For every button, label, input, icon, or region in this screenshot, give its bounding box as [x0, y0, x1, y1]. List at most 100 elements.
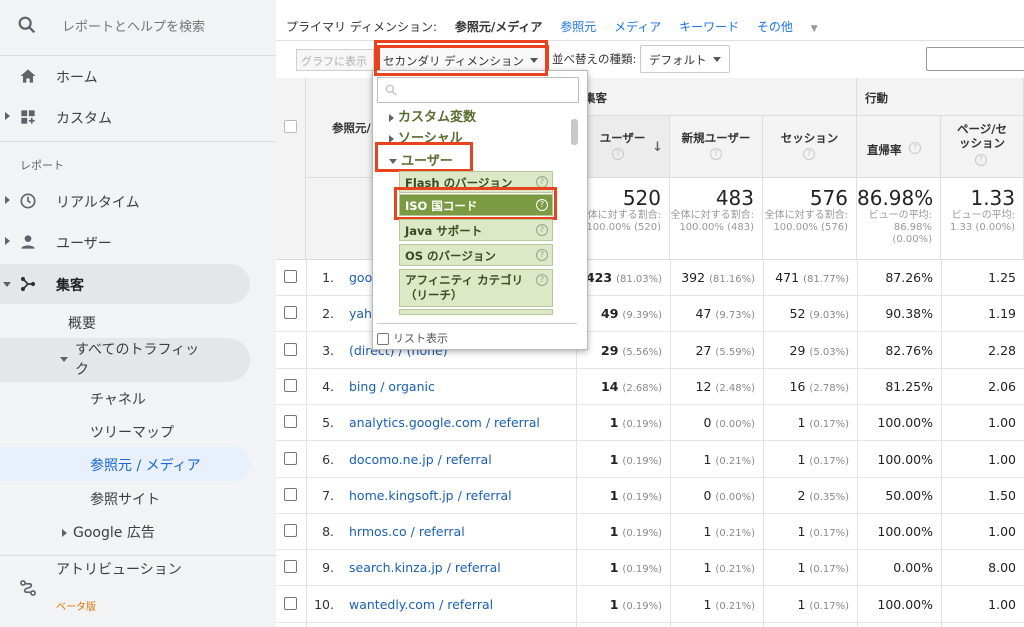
total-value: 1.33 — [970, 186, 1015, 210]
row-source-link[interactable]: hrmos.co / referral — [349, 524, 465, 539]
divider — [0, 141, 276, 142]
cell-value: 1 — [609, 487, 619, 503]
table-cell: 1.25 — [896, 270, 1016, 285]
dimension-group-custom-variables[interactable]: カスタム変数 — [389, 106, 476, 125]
dimension-link-other[interactable]: その他 ▼ — [757, 20, 832, 34]
help-icon[interactable]: ? — [975, 154, 987, 166]
row-checkbox[interactable] — [284, 415, 297, 429]
dimension-group-label: カスタム変数 — [398, 110, 477, 125]
report-search[interactable]: レポートとヘルプを検索 — [0, 0, 276, 52]
dimension-search-input[interactable] — [377, 77, 579, 103]
list-view-toggle[interactable]: リスト表示 — [377, 323, 577, 346]
secondary-dimension-menu: カスタム変数 ソーシャル ユーザー Flash のバージョン? ISO 国コード… — [372, 70, 588, 350]
dimension-option-label: アフィニティ カテゴリ（リーチ） — [405, 273, 524, 302]
help-icon[interactable]: ? — [536, 249, 548, 261]
sidebar-sub-treemap[interactable]: ツリーマップ — [90, 422, 174, 442]
dimension-link-keyword[interactable]: キーワード — [679, 20, 739, 34]
cell-value: 1 — [703, 560, 712, 576]
cell-value: 1 — [609, 415, 619, 431]
help-icon[interactable]: ? — [803, 148, 815, 160]
cell-value: 1 — [797, 596, 806, 612]
cell-value: 1 — [797, 415, 806, 431]
sidebar-item-users[interactable]: ユーザー — [0, 222, 250, 262]
cell-value: 1.50 — [988, 487, 1016, 503]
sidebar-sub-all-traffic[interactable]: すべてのトラフィック — [0, 338, 250, 382]
col-users-header[interactable]: ユーザー ? ↓ — [576, 116, 670, 178]
col-bounce-title: 直帰率 — [867, 143, 902, 157]
cell-value: 1.19 — [988, 306, 1016, 322]
col-bounce-header[interactable]: 直帰率 ? — [857, 116, 941, 178]
dimension-option[interactable]: OS のバージョン? — [399, 244, 553, 266]
expand-arrow-icon — [62, 529, 67, 537]
sidebar-sub-source-medium[interactable]: 参照元 / メディア — [0, 447, 250, 481]
row-index: 5. — [322, 415, 334, 431]
plot-rows-button[interactable]: グラフに表示 — [296, 49, 374, 71]
search-icon — [385, 84, 397, 96]
row-source-link[interactable]: analytics.google.com / referral — [349, 415, 540, 430]
acquisition-icon — [20, 276, 36, 292]
sidebar-item-custom[interactable]: カスタム — [0, 97, 250, 137]
help-icon[interactable]: ? — [612, 148, 624, 160]
help-icon[interactable]: ? — [536, 274, 548, 286]
row-checkbox[interactable] — [284, 378, 297, 392]
divider — [306, 260, 307, 627]
row-checkbox[interactable] — [284, 524, 297, 538]
col-sessions-header[interactable]: セッション ? — [763, 116, 857, 178]
sidebar-item-attribution[interactable]: アトリビューション — [0, 560, 250, 610]
table-cell: 1.00 — [896, 524, 1016, 539]
row-index: 3. — [322, 342, 334, 358]
row-source-link[interactable]: docomo.ne.jp / referral — [349, 452, 492, 467]
sidebar-sub-google-ads[interactable]: Google 広告 — [62, 522, 155, 542]
col-pages-session-header[interactable]: ページ/セッション ? — [941, 116, 1024, 178]
table-search-input[interactable] — [926, 47, 1024, 71]
divider — [670, 260, 671, 627]
sort-type-label: 並べ替えの種類: — [552, 52, 637, 66]
row-checkbox[interactable] — [284, 451, 297, 465]
sidebar-item-home[interactable]: ホーム — [0, 56, 250, 96]
help-icon[interactable]: ? — [536, 224, 548, 236]
primary-dimension-label: プライマリ ディメンション: — [286, 20, 438, 34]
row-index: 1. — [322, 270, 334, 285]
col-new-users-title: 新規ユーザー — [681, 131, 751, 145]
help-icon[interactable]: ? — [909, 142, 921, 154]
sidebar-item-realtime[interactable]: リアルタイム — [0, 181, 250, 221]
row-source-link[interactable]: bing / organic — [349, 379, 435, 394]
sort-type-select[interactable]: デフォルト — [640, 45, 730, 73]
help-icon[interactable]: ? — [710, 148, 722, 160]
list-view-checkbox[interactable] — [377, 333, 389, 345]
row-source-link[interactable]: search.kinza.jp / referral — [349, 560, 501, 575]
sidebar-item-acquisition[interactable]: 集客 — [0, 264, 250, 304]
row-index: 10. — [314, 596, 334, 612]
row-checkbox[interactable] — [284, 342, 297, 356]
table-cell: 2.06 — [896, 379, 1016, 394]
row-checkbox[interactable] — [284, 560, 297, 574]
row-source-link[interactable]: home.kingsoft.jp / referral — [349, 488, 512, 503]
primary-dimension-bar: プライマリ ディメンション: 参照元/メディア 参照元 メディア キーワード そ… — [286, 18, 846, 35]
row-checkbox[interactable] — [284, 270, 297, 283]
expand-arrow-icon — [389, 113, 394, 122]
scrollbar-thumb[interactable] — [571, 119, 578, 145]
col-new-users-header[interactable]: 新規ユーザー ? — [670, 116, 763, 178]
sidebar-sub-referrals[interactable]: 参照サイト — [90, 489, 160, 509]
dimension-link-source[interactable]: 参照元 — [560, 20, 596, 34]
row-checkbox[interactable] — [284, 487, 297, 501]
cell-value: 12 — [695, 378, 712, 394]
dimension-option[interactable]: アフィニティ カテゴリ（リーチ）? — [399, 269, 553, 307]
row-source-link[interactable]: wantedly.com / referral — [349, 597, 493, 612]
secondary-dimension-label: セカンダリ ディメンション — [383, 54, 524, 68]
sidebar-item-label: ホーム — [56, 70, 98, 86]
highlight-box — [375, 142, 473, 172]
dimension-option[interactable]: Java サポート? — [399, 219, 553, 241]
divider — [763, 260, 764, 627]
select-all-checkbox[interactable] — [284, 120, 297, 133]
row-checkbox[interactable] — [284, 596, 297, 610]
row-checkbox[interactable] — [284, 306, 297, 320]
sidebar-sub-overview[interactable]: 概要 — [68, 313, 96, 333]
sidebar: レポートとヘルプを検索 ホーム カスタム レポート リアルタイム ユーザー 集客… — [0, 0, 276, 627]
cell-value: 1.00 — [988, 415, 1016, 431]
dimension-link-medium[interactable]: メディア — [614, 20, 661, 34]
sidebar-sub-channels[interactable]: チャネル — [90, 389, 146, 409]
person-icon — [21, 235, 35, 249]
cell-value: 0 — [703, 415, 712, 431]
table-cell: 1.00 — [896, 452, 1016, 467]
